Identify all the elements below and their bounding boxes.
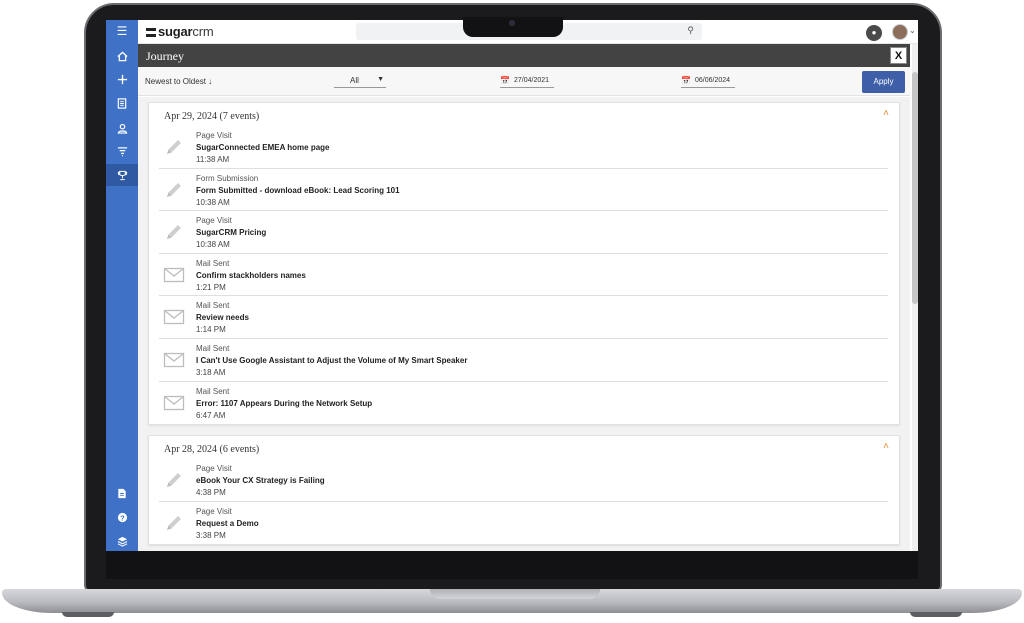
app-screen: ☰ ? sugarcrm ⚲ ● ⌄ Journey X Newest to O… bbox=[106, 20, 918, 551]
event-time: 3:38 PM bbox=[196, 530, 226, 540]
event-type: Page Visit bbox=[196, 216, 232, 226]
close-button[interactable]: X bbox=[890, 47, 907, 64]
mail-icon bbox=[163, 392, 185, 414]
journey-timeline: Apr 29, 2024 (7 events) ˄ Page Visit Suga… bbox=[138, 97, 910, 551]
date-to-value: 06/06/2024 bbox=[695, 77, 731, 84]
list-item[interactable]: Mail Sent Confirm stackholders names 1:21 … bbox=[159, 254, 888, 297]
event-group-title: Apr 29, 2024 (7 events) bbox=[164, 111, 260, 122]
list-item[interactable]: Mail Sent Review needs 1:14 PM bbox=[159, 296, 888, 339]
event-type: Mail Sent bbox=[196, 343, 230, 353]
filter-icon[interactable] bbox=[106, 140, 138, 162]
event-time: 3:18 AM bbox=[196, 367, 226, 377]
event-group-header[interactable]: Apr 29, 2024 (7 events) ˄ bbox=[149, 103, 899, 126]
event-title[interactable]: SugarConnected EMEA home page bbox=[196, 143, 330, 152]
scrollbar[interactable] bbox=[912, 44, 918, 551]
trophy-icon[interactable] bbox=[106, 164, 138, 186]
pencil-icon bbox=[163, 136, 185, 158]
list-item[interactable]: Page Visit eBook Your CX Strategy is Fail… bbox=[159, 459, 888, 502]
event-title[interactable]: Request a Demo bbox=[196, 519, 259, 528]
mail-icon bbox=[163, 349, 185, 371]
calendar-icon[interactable]: 📅 bbox=[681, 76, 691, 85]
calendar-icon[interactable]: 📅 bbox=[500, 76, 510, 85]
pencil-icon bbox=[163, 469, 185, 491]
chevron-up-icon[interactable]: ˄ bbox=[883, 441, 889, 452]
pencil-icon bbox=[163, 512, 185, 534]
event-title[interactable]: I Can't Use Google Assistant to Adjust t… bbox=[196, 356, 467, 365]
event-time: 1:21 PM bbox=[196, 282, 226, 292]
list-item[interactable]: Page Visit SugarConnected EMEA home page 1… bbox=[159, 126, 888, 169]
event-type-select[interactable]: All ▼ bbox=[334, 73, 386, 88]
document-icon[interactable] bbox=[106, 92, 138, 114]
menu-icon[interactable]: ☰ bbox=[106, 20, 138, 42]
event-group: Apr 28, 2024 (6 events) ˄ Page Visit eBoo… bbox=[148, 435, 900, 546]
list-item[interactable]: Form Submission Form Submitted - download… bbox=[159, 169, 888, 212]
journey-title-bar: Journey X bbox=[138, 44, 910, 67]
list-item[interactable]: Page Visit Request a Demo 3:38 PM bbox=[159, 502, 888, 545]
event-type: Page Visit bbox=[196, 506, 232, 516]
mail-icon bbox=[163, 264, 185, 286]
apply-button[interactable]: Apply bbox=[862, 71, 905, 93]
date-from-field[interactable]: 📅 27/04/2021 bbox=[500, 73, 554, 88]
search-icon[interactable]: ⚲ bbox=[687, 25, 694, 36]
list-item[interactable]: Mail Sent Error: 1107 Appears During the … bbox=[159, 382, 888, 425]
event-title[interactable]: eBook Your CX Strategy is Failing bbox=[196, 476, 325, 485]
pencil-icon bbox=[163, 179, 185, 201]
event-type: Page Visit bbox=[196, 464, 232, 473]
laptop-foot-right bbox=[910, 612, 962, 617]
laptop-mockup: ☰ ? sugarcrm ⚲ ● ⌄ Journey X Newest to O… bbox=[0, 0, 1024, 623]
user-icon[interactable] bbox=[106, 117, 138, 139]
event-time: 1:14 PM bbox=[196, 325, 226, 335]
file-icon[interactable] bbox=[106, 482, 138, 504]
list-item[interactable]: Page Visit SugarCRM Pricing 10:38 AM bbox=[159, 211, 888, 254]
scrollbar-thumb[interactable] bbox=[912, 72, 918, 304]
help-icon[interactable]: ? bbox=[106, 506, 138, 528]
event-type: Mail Sent bbox=[196, 258, 230, 268]
avatar[interactable] bbox=[892, 24, 908, 40]
notification-icon[interactable]: ● bbox=[866, 25, 882, 41]
stack-icon[interactable] bbox=[106, 530, 138, 551]
date-to-field[interactable]: 📅 06/06/2024 bbox=[681, 73, 735, 88]
chevron-down-icon[interactable]: ⌄ bbox=[909, 26, 916, 35]
event-title[interactable]: Confirm stackholders names bbox=[196, 271, 306, 280]
laptop-opening-notch bbox=[430, 589, 600, 599]
event-group: Apr 29, 2024 (7 events) ˄ Page Visit Suga… bbox=[148, 102, 900, 426]
event-group-header[interactable]: Apr 28, 2024 (6 events) ˄ bbox=[149, 436, 899, 459]
chevron-up-icon[interactable]: ˄ bbox=[883, 108, 889, 119]
event-type: Form Submission bbox=[196, 173, 259, 183]
laptop-foot-left bbox=[62, 612, 114, 617]
event-type-value: All bbox=[350, 76, 359, 85]
page-title: Journey bbox=[146, 49, 184, 63]
list-item[interactable]: Mail Sent I Can't Use Google Assistant to… bbox=[159, 339, 888, 382]
sort-order-toggle[interactable]: Newest to Oldest ↓ bbox=[145, 77, 212, 86]
event-title[interactable]: Review needs bbox=[196, 313, 249, 322]
home-icon[interactable] bbox=[106, 45, 138, 67]
event-time: 11:38 AM bbox=[196, 155, 230, 164]
event-list: Page Visit SugarConnected EMEA home page 1… bbox=[149, 126, 899, 424]
event-title[interactable]: SugarCRM Pricing bbox=[196, 228, 266, 237]
event-time: 10:38 AM bbox=[196, 240, 230, 250]
event-type: Mail Sent bbox=[196, 386, 230, 396]
date-from-value: 27/04/2021 bbox=[514, 77, 550, 84]
pencil-icon bbox=[163, 221, 185, 243]
event-time: 10:38 AM bbox=[196, 197, 230, 207]
plus-icon[interactable] bbox=[106, 68, 138, 90]
event-title[interactable]: Error: 1107 Appears During the Network S… bbox=[196, 399, 372, 408]
sugarcrm-logo-icon bbox=[146, 28, 156, 37]
event-title[interactable]: Form Submitted - download eBook: Lead Sc… bbox=[196, 186, 400, 195]
caret-down-icon: ▼ bbox=[377, 76, 384, 83]
event-time: 4:38 PM bbox=[196, 488, 226, 497]
event-group-title: Apr 28, 2024 (6 events) bbox=[164, 444, 260, 455]
event-type: Mail Sent bbox=[196, 301, 230, 311]
camera-notch bbox=[463, 17, 563, 37]
event-type: Page Visit bbox=[196, 131, 232, 140]
event-list: Page Visit eBook Your CX Strategy is Fail… bbox=[149, 459, 899, 544]
sugarcrm-logo[interactable]: sugarcrm bbox=[146, 24, 214, 39]
event-time: 6:47 AM bbox=[196, 410, 226, 420]
mail-icon bbox=[163, 306, 185, 328]
laptop-bezel-bottom bbox=[106, 551, 918, 579]
camera-icon bbox=[509, 20, 515, 26]
filter-bar: Newest to Oldest ↓ All ▼ 📅 27/04/2021 📅 … bbox=[138, 67, 910, 96]
svg-text:?: ? bbox=[120, 513, 125, 522]
app-sidebar: ☰ ? bbox=[106, 20, 138, 551]
